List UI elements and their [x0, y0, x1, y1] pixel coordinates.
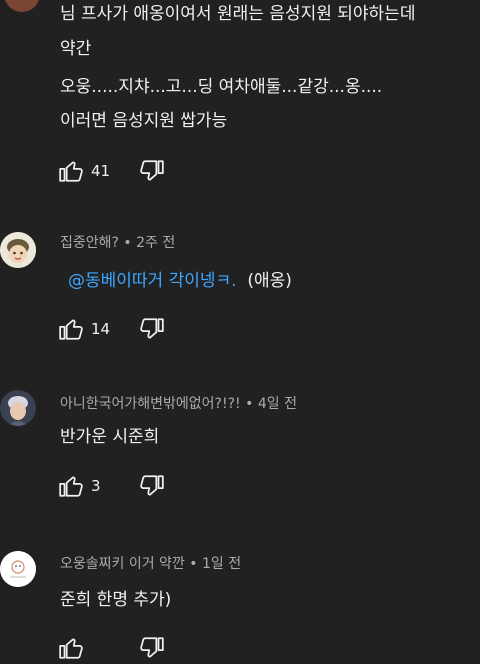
comment-actions: 3: [58, 472, 165, 500]
meta-separator: •: [118, 235, 137, 251]
dislike-button[interactable]: [139, 473, 165, 499]
author-name[interactable]: 아니한국어가해변밖에없어?!?!: [60, 396, 241, 412]
comment-meta: 집중안해? • 2주 전: [60, 232, 175, 252]
like-count: 14: [91, 320, 111, 338]
reply-text: (애옹): [247, 271, 292, 291]
meta-separator: •: [240, 396, 258, 412]
avatar[interactable]: [4, 0, 40, 12]
avatar[interactable]: [0, 551, 36, 587]
thumb-up-icon: [59, 161, 83, 182]
thumb-down-icon: [140, 637, 164, 658]
meta-separator: •: [184, 556, 202, 572]
comment-text-line: 준희 한명 추가): [60, 590, 172, 610]
thumb-down-icon: [140, 318, 164, 339]
author-name[interactable]: 오웅솔찌키 이거 약깐: [60, 556, 185, 572]
like-count: 41: [91, 162, 111, 180]
avatar[interactable]: [0, 232, 36, 268]
like-button[interactable]: 14: [58, 316, 127, 342]
like-button[interactable]: 41: [58, 158, 127, 184]
comment-actions: 14: [58, 315, 165, 343]
comment-text-line: 이러면 음성지원 쌉가능: [60, 111, 228, 131]
avatar[interactable]: [0, 390, 36, 426]
like-button[interactable]: 3: [58, 473, 127, 499]
comment-meta: 오웅솔찌키 이거 약깐 • 1일 전: [60, 553, 241, 573]
thumb-down-icon: [140, 160, 164, 181]
comment-text-line: 오웅.....지챠...고...딩 여차애둘...같강...옹....: [60, 77, 383, 97]
comment-actions: [58, 634, 165, 662]
comment-4: 오웅솔찌키 이거 약깐 • 1일 전 준희 한명 추가): [0, 548, 480, 664]
dislike-button[interactable]: [139, 158, 165, 184]
timestamp[interactable]: 1일 전: [202, 556, 241, 572]
comment-3: 아니한국어가해변밖에없어?!?! • 4일 전 반가운 시준희 3: [0, 390, 480, 515]
thumb-down-icon: [140, 475, 164, 496]
comment-meta: 아니한국어가해변밖에없어?!?! • 4일 전: [60, 393, 297, 413]
dislike-button[interactable]: [139, 635, 165, 661]
timestamp[interactable]: 4일 전: [258, 396, 297, 412]
thumb-up-icon: [59, 319, 83, 340]
comment-actions: 41: [58, 157, 165, 185]
timestamp[interactable]: 2주 전: [136, 235, 175, 251]
comment-text-line: @동베이따거 각이넹ㅋ. (애옹): [68, 266, 292, 291]
thumb-up-icon: [59, 638, 83, 659]
comment-text-line: 약간: [60, 39, 92, 59]
like-button[interactable]: [58, 635, 127, 661]
author-name[interactable]: 집중안해?: [60, 235, 119, 251]
thumb-up-icon: [59, 476, 83, 497]
like-count: 3: [91, 477, 101, 495]
comment-text-line: 반가운 시준희: [60, 427, 160, 447]
comment-1: 님 프사가 애옹이여서 원래는 음성지원 되야하는데 약간 오웅.....지챠.…: [0, 0, 480, 195]
comment-2: 집중안해? • 2주 전 @동베이따거 각이넹ㅋ. (애옹) 14: [0, 228, 480, 358]
comment-text-line: 님 프사가 애옹이여서 원래는 음성지원 되야하는데: [60, 4, 416, 24]
dislike-button[interactable]: [139, 316, 165, 342]
mention-link[interactable]: @동베이따거 각이넹ㅋ.: [68, 271, 237, 291]
